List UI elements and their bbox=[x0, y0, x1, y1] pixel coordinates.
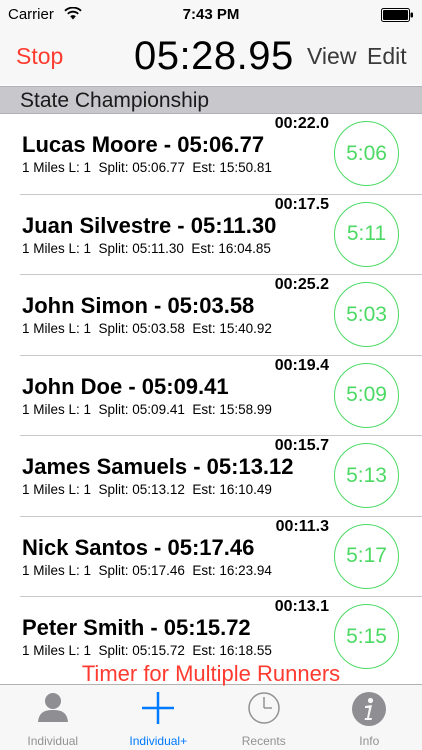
runner-name: Peter Smith - 05:15.72 bbox=[22, 615, 251, 640]
tab-label: Recents bbox=[241, 734, 286, 748]
stop-button[interactable]: Stop bbox=[16, 43, 63, 70]
runner-row[interactable]: 00:17.5 Juan Silvestre - 05:11.30 1 Mile… bbox=[0, 195, 422, 275]
lap-button[interactable]: 5:09 bbox=[334, 362, 399, 428]
tab-info[interactable]: Info bbox=[317, 685, 422, 750]
lap-button[interactable]: 5:06 bbox=[334, 121, 399, 186]
runner-detail: 1 Miles L: 1 Split: 05:03.58 Est: 15:40.… bbox=[22, 321, 272, 336]
person-icon bbox=[37, 693, 68, 722]
lap-time: 5:06 bbox=[346, 141, 387, 165]
tab-bar: Individual Individual+ Recents Info bbox=[0, 684, 422, 750]
runner-row[interactable]: 00:11.3 Nick Santos - 05:17.46 1 Miles L… bbox=[0, 517, 422, 597]
lap-time: 5:17 bbox=[346, 544, 387, 567]
status-time: 7:43 PM bbox=[182, 6, 240, 23]
lap-button[interactable]: 5:15 bbox=[334, 604, 399, 669]
lap-button[interactable]: 5:13 bbox=[334, 443, 399, 508]
promo-caption: Timer for Multiple Runners bbox=[81, 661, 341, 686]
runner-row[interactable]: 00:19.4 John Doe - 05:09.41 1 Miles L: 1… bbox=[0, 356, 422, 436]
runner-row[interactable]: 00:22.0 Lucas Moore - 05:06.77 1 Miles L… bbox=[0, 114, 422, 195]
lap-time: 5:09 bbox=[346, 383, 387, 406]
lap-button[interactable]: 5:03 bbox=[334, 282, 399, 347]
elapsed-time: 00:19.4 bbox=[274, 356, 329, 374]
runner-detail: 1 Miles L: 1 Split: 05:06.77 Est: 15:50.… bbox=[22, 160, 272, 175]
runner-name: James Samuels - 05:13.12 bbox=[22, 454, 294, 479]
elapsed-time: 00:25.2 bbox=[274, 276, 329, 293]
tab-recents[interactable]: Recents bbox=[211, 685, 317, 750]
status-bar: Carrier 7:43 PM bbox=[0, 0, 422, 30]
elapsed-time: 00:13.1 bbox=[274, 598, 329, 615]
edit-button[interactable]: Edit bbox=[367, 43, 407, 70]
section-header: State Championship bbox=[0, 86, 422, 114]
plus-icon bbox=[142, 692, 175, 724]
race-timer: 05:28.95 bbox=[134, 34, 294, 78]
clock-icon bbox=[248, 692, 280, 724]
tab-individual-plus[interactable]: Individual+ bbox=[106, 685, 212, 750]
elapsed-time: 00:22.0 bbox=[274, 115, 329, 132]
runner-name: John Doe - 05:09.41 bbox=[22, 373, 229, 399]
runner-name: Lucas Moore - 05:06.77 bbox=[22, 132, 265, 157]
elapsed-time: 00:11.3 bbox=[275, 517, 329, 535]
elapsed-time: 00:17.5 bbox=[274, 195, 329, 213]
lap-button[interactable]: 5:11 bbox=[334, 201, 399, 267]
runner-row[interactable]: 00:25.2 John Simon - 05:03.58 1 Miles L:… bbox=[0, 275, 422, 356]
lap-time: 5:13 bbox=[346, 463, 387, 487]
nav-bar: Stop 05:28.95 View Edit bbox=[0, 30, 422, 85]
runner-detail: 1 Miles L: 1 Split: 05:15.72 Est: 16:18.… bbox=[22, 643, 272, 658]
view-button[interactable]: View bbox=[307, 43, 356, 70]
lap-button[interactable]: 5:17 bbox=[334, 523, 399, 589]
lap-time: 5:11 bbox=[346, 222, 387, 245]
battery-icon bbox=[381, 8, 413, 22]
runner-name: John Simon - 05:03.58 bbox=[22, 293, 255, 318]
runner-name: Juan Silvestre - 05:11.30 bbox=[22, 212, 277, 238]
lap-time: 5:03 bbox=[346, 302, 387, 326]
runner-row[interactable]: 00:15.7 James Samuels - 05:13.12 1 Miles… bbox=[0, 436, 422, 517]
info-icon bbox=[352, 692, 387, 726]
section-title: State Championship bbox=[20, 89, 210, 112]
lap-time: 5:15 bbox=[346, 624, 387, 648]
runner-detail: 1 Miles L: 1 Split: 05:09.41 Est: 15:58.… bbox=[22, 401, 272, 417]
tab-label: Individual bbox=[27, 734, 79, 748]
runner-detail: 1 Miles L: 1 Split: 05:11.30 Est: 16:04.… bbox=[22, 240, 271, 256]
tab-label: Individual+ bbox=[129, 734, 188, 748]
runner-detail: 1 Miles L: 1 Split: 05:13.12 Est: 16:10.… bbox=[22, 482, 272, 497]
tab-label: Info bbox=[359, 734, 380, 748]
elapsed-time: 00:15.7 bbox=[274, 437, 329, 454]
runner-name: Nick Santos - 05:17.46 bbox=[22, 534, 255, 560]
runner-detail: 1 Miles L: 1 Split: 05:17.46 Est: 16:23.… bbox=[22, 562, 272, 578]
tab-individual[interactable]: Individual bbox=[0, 685, 106, 750]
